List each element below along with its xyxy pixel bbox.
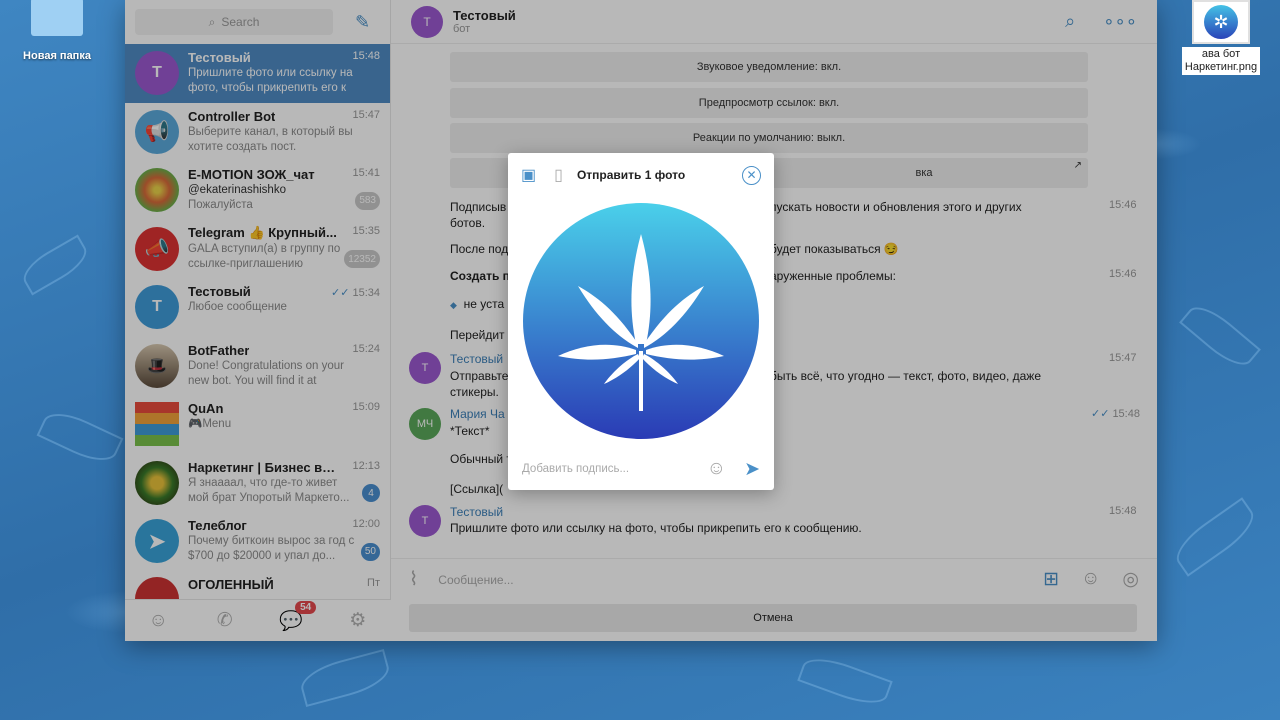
desktop-file-label: ава бот Наркетинг.png: [1181, 47, 1261, 75]
folder-icon: [31, 0, 83, 36]
dialog-title: Отправить 1 фото: [576, 168, 686, 182]
photo-preview: [523, 203, 759, 439]
cannabis-leaf-icon: [558, 234, 724, 411]
wallpaper-leaf: [296, 648, 394, 708]
send-photo-dialog: ▣ ▯ Отправить 1 фото ✕ Добавить подпись.…: [508, 153, 774, 490]
caption-input[interactable]: Добавить подпись...: [522, 463, 707, 475]
file-icon[interactable]: ▯: [554, 165, 563, 185]
wallpaper-leaf: [1179, 298, 1261, 374]
image-file-thumbnail: ✲: [1192, 0, 1250, 44]
close-icon[interactable]: ✕: [742, 165, 761, 185]
image-icon[interactable]: ▣: [521, 165, 536, 185]
leaf-icon: ✲: [1204, 5, 1238, 39]
wallpaper-leaf: [36, 404, 124, 470]
wallpaper-leaf: [1168, 497, 1262, 577]
desktop-folder[interactable]: Новая папка: [14, 0, 100, 62]
wallpaper-leaf: [17, 234, 93, 296]
desktop-file[interactable]: ✲ ава бот Наркетинг.png: [1176, 0, 1266, 75]
wallpaper-leaf: [797, 650, 893, 712]
send-icon[interactable]: ➤: [744, 458, 760, 481]
emoji-icon[interactable]: ☺: [707, 458, 726, 480]
desktop-folder-label: Новая папка: [23, 50, 91, 62]
